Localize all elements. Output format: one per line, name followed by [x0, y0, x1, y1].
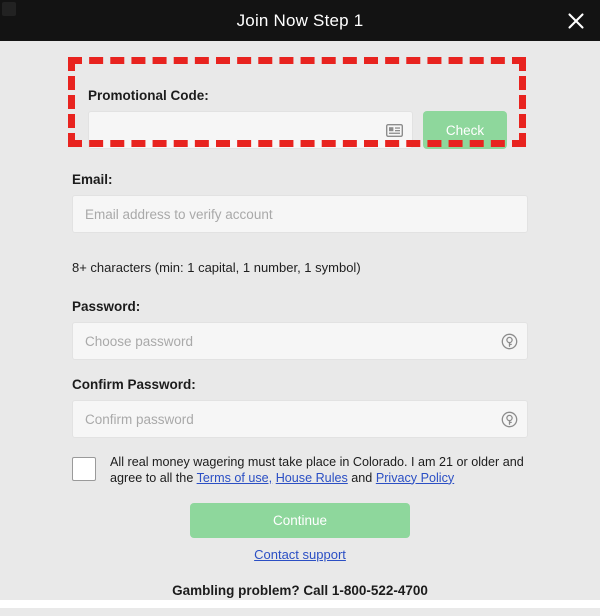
terms-agreement-row: All real money wagering must take place … — [72, 455, 528, 486]
password-placeholder: Choose password — [85, 333, 194, 349]
promotional-code-input[interactable] — [88, 111, 413, 149]
join-now-dialog: Join Now Step 1 Promotional Code: Check … — [0, 0, 600, 616]
bottom-edge — [0, 600, 600, 608]
email-field-group: Email: Email address to verify account — [72, 172, 528, 233]
check-promo-button[interactable]: Check — [423, 111, 507, 149]
email-label: Email: — [72, 172, 113, 187]
password-requirements-hint: 8+ characters (min: 1 capital, 1 number,… — [72, 260, 361, 275]
terms-text: All real money wagering must take place … — [110, 455, 528, 486]
confirm-password-label: Confirm Password: — [72, 377, 196, 392]
page-title: Join Now Step 1 — [236, 10, 364, 30]
close-icon[interactable] — [560, 5, 592, 37]
password-input[interactable]: Choose password — [72, 322, 528, 360]
email-input[interactable]: Email address to verify account — [72, 195, 528, 233]
app-logo — [2, 2, 16, 16]
confirm-password-input[interactable]: Confirm password — [72, 400, 528, 438]
privacy-policy-link[interactable]: Privacy Policy — [376, 471, 454, 485]
promotional-code-label: Promotional Code: — [88, 88, 209, 103]
dialog-body: Promotional Code: Check Email: Email add… — [0, 41, 600, 608]
terms-of-use-link[interactable]: Terms of use, — [197, 471, 273, 485]
terms-checkbox[interactable] — [72, 457, 96, 481]
terms-separator-2: and — [347, 470, 376, 485]
email-placeholder: Email address to verify account — [85, 206, 273, 222]
house-rules-link[interactable]: House Rules — [276, 471, 348, 485]
contact-support-link[interactable]: Contact support — [254, 547, 346, 562]
contact-card-icon[interactable] — [385, 121, 403, 139]
password-field-group: Password: Choose password — [72, 299, 528, 360]
confirm-password-placeholder: Confirm password — [85, 411, 194, 427]
continue-button[interactable]: Continue — [190, 503, 410, 538]
password-label: Password: — [72, 299, 141, 314]
gambling-helpline-note: Gambling problem? Call 1-800-522-4700 — [172, 583, 428, 598]
dialog-titlebar: Join Now Step 1 — [0, 0, 600, 41]
contact-support: Contact support — [0, 547, 600, 562]
key-icon[interactable] — [500, 410, 518, 428]
key-icon[interactable] — [500, 332, 518, 350]
confirm-password-field-group: Confirm Password: Confirm password — [72, 377, 528, 438]
promotional-code-field-group: Promotional Code: Check — [88, 88, 508, 149]
